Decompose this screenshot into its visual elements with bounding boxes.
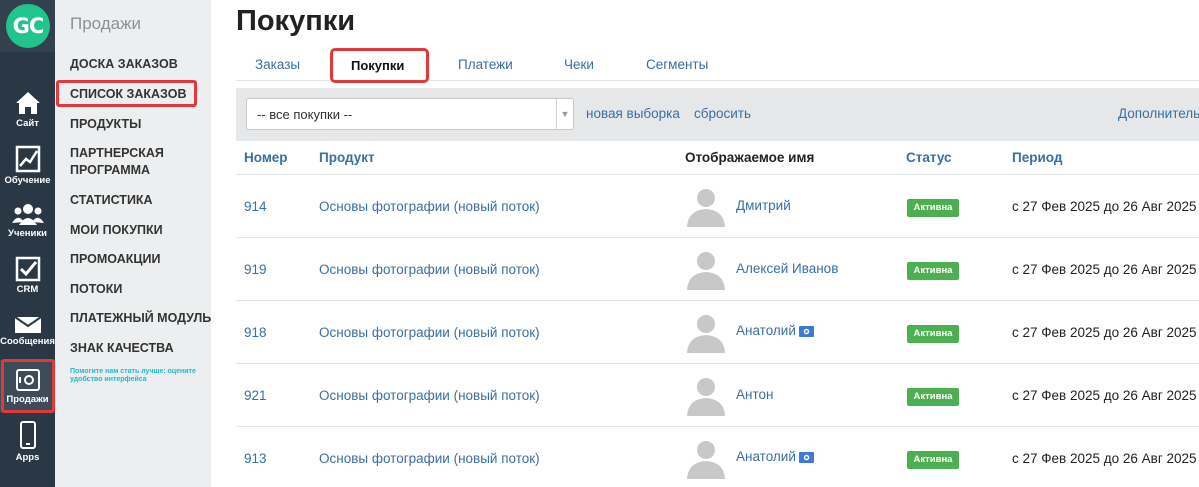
purchase-number[interactable]: 914 xyxy=(244,199,267,214)
avatar xyxy=(687,315,725,353)
rail-label: Ученики xyxy=(8,228,47,239)
chart-icon xyxy=(15,145,40,173)
column-header-display-name: Отображаемое имя xyxy=(685,150,815,165)
column-header-status[interactable]: Статус xyxy=(906,150,952,165)
column-header-number[interactable]: Номер xyxy=(244,150,288,165)
period: с 27 Фев 2025 до 26 Авг 2025 xyxy=(1012,325,1197,340)
page-title: Покупки xyxy=(236,5,356,37)
avatar xyxy=(687,378,725,416)
subnav-item-partner-program[interactable]: ПАРТНЕРСКАЯ ПРОГРАММА xyxy=(70,145,164,179)
rail-item-site[interactable]: Сайт xyxy=(0,90,55,146)
purchase-number[interactable]: 919 xyxy=(244,262,267,277)
money-icon xyxy=(798,325,814,337)
product-link[interactable]: Основы фотографии (новый поток) xyxy=(319,451,540,466)
rail-item-apps[interactable]: Apps xyxy=(0,420,55,476)
avatar xyxy=(687,189,725,227)
subnav-item-my-purchases[interactable]: МОИ ПОКУПКИ xyxy=(70,222,163,239)
envelope-icon xyxy=(13,316,42,333)
status-badge: Активна xyxy=(907,388,959,406)
product-link[interactable]: Основы фотографии (новый поток) xyxy=(319,388,540,403)
tab-receipts[interactable]: Чеки xyxy=(564,57,594,72)
status-badge: Активна xyxy=(907,325,959,343)
highlight-box-orders-list xyxy=(56,80,197,107)
user-name[interactable]: Алексей Иванов xyxy=(736,261,838,276)
row-divider xyxy=(236,363,1199,364)
subnav-item-products[interactable]: ПРОДУКТЫ xyxy=(70,116,141,133)
user-name-cell: Анатолий xyxy=(736,449,814,464)
chevron-down-icon: ▼ xyxy=(556,99,573,129)
money-icon xyxy=(798,451,814,463)
main-sidebar: GC Сайт Обучение Ученики CRM Сообщения П… xyxy=(0,0,55,487)
rail-label: CRM xyxy=(16,284,39,295)
row-divider xyxy=(236,174,1199,175)
row-divider xyxy=(236,426,1199,427)
rail-label: Сайт xyxy=(16,118,39,129)
rail-label: Сообщения xyxy=(0,336,55,347)
column-header-product[interactable]: Продукт xyxy=(319,150,375,165)
tab-purchases[interactable]: Покупки xyxy=(351,58,404,73)
subnav-item-statistics[interactable]: СТАТИСТИКА xyxy=(70,192,153,209)
tab-payments[interactable]: Платежи xyxy=(458,57,513,72)
rail-item-crm[interactable]: CRM xyxy=(0,256,55,312)
reset-link[interactable]: сбросить xyxy=(694,106,751,121)
home-icon xyxy=(15,92,40,114)
rail-label: Обучение xyxy=(4,175,51,186)
rail-label: Apps xyxy=(15,452,40,463)
subnav-item-promotions[interactable]: ПРОМОАКЦИИ xyxy=(70,251,160,268)
purchase-number[interactable]: 921 xyxy=(244,388,267,403)
period: с 27 Фев 2025 до 26 Авг 2025 xyxy=(1012,388,1197,403)
row-divider xyxy=(236,237,1199,238)
row-divider xyxy=(236,300,1199,301)
logo[interactable]: GC xyxy=(6,4,50,48)
filter-bar: -- все покупки -- ▼ новая выборка сброси… xyxy=(236,88,1199,141)
additional-link[interactable]: Дополнитель xyxy=(1118,106,1199,121)
period: с 27 Фев 2025 до 26 Авг 2025 xyxy=(1012,451,1197,466)
app-root: GC Сайт Обучение Ученики CRM Сообщения П… xyxy=(0,0,1199,487)
tab-orders[interactable]: Заказы xyxy=(255,57,300,72)
subnav-item-payment-module[interactable]: ПЛАТЕЖНЫЙ МОДУЛЬ xyxy=(70,310,211,327)
feedback-link[interactable]: Помогите нам стать лучше: оцените удобст… xyxy=(70,368,210,384)
product-link[interactable]: Основы фотографии (новый поток) xyxy=(319,325,540,340)
rail-item-students[interactable]: Ученики xyxy=(0,202,55,258)
subnav-item-orders-board[interactable]: ДОСКА ЗАКАЗОВ xyxy=(70,56,178,73)
subnav-item-streams[interactable]: ПОТОКИ xyxy=(70,281,122,298)
status-badge: Активна xyxy=(907,451,959,469)
new-selection-link[interactable]: новая выборка xyxy=(586,106,680,121)
rail-item-learning[interactable]: Обучение xyxy=(0,145,55,201)
user-name-cell: Анатолий xyxy=(736,323,814,338)
purchase-number[interactable]: 913 xyxy=(244,451,267,466)
user-name[interactable]: Антон xyxy=(736,387,773,402)
status-badge: Активна xyxy=(907,262,959,280)
purchases-select[interactable]: -- все покупки -- ▼ xyxy=(246,98,574,130)
phone-icon xyxy=(19,421,36,449)
user-name[interactable]: Дмитрий xyxy=(736,198,791,213)
users-icon xyxy=(11,204,44,225)
avatar xyxy=(687,441,725,479)
period: с 27 Фев 2025 до 26 Авг 2025 xyxy=(1012,262,1197,277)
checkbox-icon xyxy=(15,256,40,282)
product-link[interactable]: Основы фотографии (новый поток) xyxy=(319,262,540,277)
period: с 27 Фев 2025 до 26 Авг 2025 xyxy=(1012,199,1197,214)
highlight-box-sales xyxy=(1,359,55,413)
purchase-number[interactable]: 918 xyxy=(244,325,267,340)
avatar xyxy=(687,252,725,290)
logo-area: GC xyxy=(0,0,55,52)
status-badge: Активна xyxy=(907,199,959,217)
user-name[interactable]: Анатолий xyxy=(736,449,796,464)
product-link[interactable]: Основы фотографии (новый поток) xyxy=(319,199,540,214)
section-sidebar: Продажи ДОСКА ЗАКАЗОВ СПИСОК ЗАКАЗОВ ПРО… xyxy=(55,0,211,487)
column-header-period[interactable]: Период xyxy=(1012,150,1062,165)
section-title: Продажи xyxy=(70,14,141,33)
subnav-item-quality-mark[interactable]: ЗНАК КАЧЕСТВА xyxy=(70,340,174,357)
select-value: -- все покупки -- xyxy=(257,107,353,122)
user-name[interactable]: Анатолий xyxy=(736,323,796,338)
tab-segments[interactable]: Сегменты xyxy=(646,57,708,72)
